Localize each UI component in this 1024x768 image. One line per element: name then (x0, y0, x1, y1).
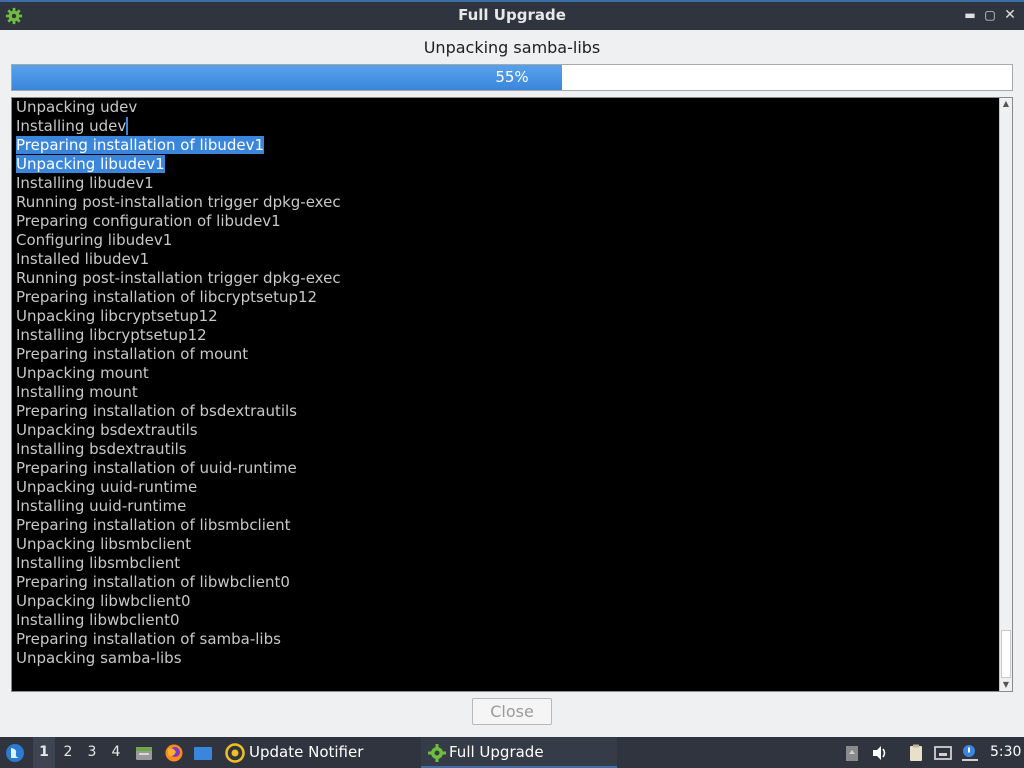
file-manager-icon[interactable] (134, 743, 154, 763)
window-title: Full Upgrade (458, 6, 566, 24)
log-scrollbar[interactable]: ▲ ▼ (999, 98, 1012, 691)
log-line-text: Installing bsdextrautils (16, 440, 187, 458)
log-line: Running post-installation trigger dpkg-e… (12, 269, 999, 288)
log-line: Unpacking libcryptsetup12 (12, 307, 999, 326)
scroll-up-arrow-icon[interactable]: ▲ (1000, 98, 1012, 110)
log-line: Unpacking libudev1 (12, 155, 999, 174)
log-line-text: Preparing installation of libudev1 (16, 136, 265, 154)
log-line: Preparing installation of libudev1 (12, 136, 999, 155)
minimize-icon[interactable]: ▬ (962, 7, 978, 23)
log-line-text: Unpacking uuid-runtime (16, 478, 198, 496)
clipboard-icon[interactable] (906, 743, 926, 763)
clock[interactable]: 5:30 (990, 737, 1021, 768)
log-line-text: Installing uuid-runtime (16, 497, 187, 515)
removable-media-icon[interactable] (842, 743, 862, 763)
close-icon[interactable]: ✕ (1002, 7, 1018, 23)
log-line-text: Installing libcryptsetup12 (16, 326, 207, 344)
log-view[interactable]: Unpacking udev Installing udev Preparing i… (11, 97, 1013, 692)
log-line: Preparing installation of libsmbclient (12, 516, 999, 535)
log-line-text: Running post-installation trigger dpkg-e… (16, 269, 341, 287)
task-label: Full Upgrade (449, 743, 544, 761)
log-line-text: Unpacking udev (16, 98, 138, 116)
log-line: Configuring libudev1 (12, 231, 999, 250)
close-button[interactable]: Close (472, 698, 552, 725)
current-action-label: Unpacking samba-libs (423, 38, 601, 57)
maximize-icon[interactable]: ▢ (982, 7, 998, 23)
log-line-text: Preparing installation of bsdextrautils (16, 402, 297, 420)
log-line-text: Preparing installation of uuid-runtime (16, 459, 297, 477)
task-full-upgrade[interactable]: Full Upgrade (421, 737, 617, 768)
log-line: Preparing installation of uuid-runtime (12, 459, 999, 478)
volume-icon[interactable] (870, 743, 890, 763)
log-line: Installing libcryptsetup12 (12, 326, 999, 345)
log-line: Preparing installation of bsdextrautils (12, 402, 999, 421)
log-line: Installing uuid-runtime (12, 497, 999, 516)
desktop-switch-2[interactable]: 2 (57, 737, 79, 768)
task-update-notifier[interactable]: Update Notifier (222, 737, 414, 768)
desktop-switch-3[interactable]: 3 (81, 737, 103, 768)
log-line-text: Unpacking libsmbclient (16, 535, 192, 553)
log-line-text: Installing udev (16, 117, 129, 135)
scroll-down-arrow-icon[interactable]: ▼ (1000, 679, 1012, 691)
log-line: Preparing installation of samba-libs (12, 630, 999, 649)
log-line: Running post-installation trigger dpkg-e… (12, 193, 999, 212)
log-line: Unpacking libwbclient0 (12, 592, 999, 611)
log-line: Unpacking mount (12, 364, 999, 383)
log-line-text: Installed libudev1 (16, 250, 150, 268)
log-line-text: Preparing installation of libcryptsetup1… (16, 288, 318, 306)
log-line-text: Configuring libudev1 (16, 231, 173, 249)
log-line: Preparing installation of libwbclient0 (12, 573, 999, 592)
log-line: Installing libudev1 (12, 174, 999, 193)
window-titlebar[interactable]: Full Upgrade ▬ ▢ ✕ (0, 0, 1024, 30)
task-label: Update Notifier (249, 743, 364, 761)
desktop-switch-4[interactable]: 4 (105, 737, 127, 768)
start-menu-icon[interactable] (5, 743, 25, 763)
log-line: Installed libudev1 (12, 250, 999, 269)
log-line-text: Running post-installation trigger dpkg-e… (16, 193, 341, 211)
firefox-icon[interactable] (164, 743, 184, 763)
log-line: Unpacking libsmbclient (12, 535, 999, 554)
log-line: Unpacking samba-libs (12, 649, 999, 668)
log-line-text: Unpacking libwbclient0 (16, 592, 191, 610)
progress-percent-label: 55% (495, 68, 529, 86)
log-line-text: Unpacking mount (16, 364, 149, 382)
log-line-text: Preparing installation of samba-libs (16, 630, 281, 648)
log-line-text: Unpacking bsdextrautils (16, 421, 198, 439)
log-line: Preparing configuration of libudev1 (12, 212, 999, 231)
log-line: Installing mount (12, 383, 999, 402)
log-text-area[interactable]: Unpacking udev Installing udev Preparing i… (12, 98, 999, 691)
log-line-text: Preparing installation of mount (16, 345, 249, 363)
log-line: Unpacking bsdextrautils (12, 421, 999, 440)
desktop-switch-1[interactable]: 1 (33, 737, 55, 768)
log-line: Preparing installation of libcryptsetup1… (12, 288, 999, 307)
log-line: Preparing installation of mount (12, 345, 999, 364)
upgrade-progress-bar: 55% (11, 64, 1013, 91)
update-notifier-icon (225, 743, 245, 763)
log-line-text: Unpacking libudev1 (16, 155, 165, 173)
network-icon[interactable] (933, 743, 953, 763)
log-line: Installing libsmbclient (12, 554, 999, 573)
log-line-text: Unpacking libcryptsetup12 (16, 307, 218, 325)
log-line-text: Preparing configuration of libudev1 (16, 212, 281, 230)
desktop-icon[interactable] (193, 743, 213, 763)
log-line-text: Preparing installation of libsmbclient (16, 516, 291, 534)
log-line: Unpacking udev (12, 98, 999, 117)
log-line-text: Installing libsmbclient (16, 554, 181, 572)
taskbar: 1 2 3 4 Update Notifier Full Upgrade 5:3… (0, 737, 1024, 768)
notification-icon[interactable] (960, 743, 980, 763)
log-line-text: Preparing installation of libwbclient0 (16, 573, 290, 591)
log-line-text: Unpacking samba-libs (16, 649, 182, 667)
gear-icon (428, 744, 446, 762)
log-line: Installing udev (12, 117, 999, 136)
log-line: Installing bsdextrautils (12, 440, 999, 459)
log-line: Installing libwbclient0 (12, 611, 999, 630)
log-line: Unpacking uuid-runtime (12, 478, 999, 497)
log-line-text: Installing mount (16, 383, 138, 401)
log-line-text: Installing libudev1 (16, 174, 154, 192)
scrollbar-thumb[interactable] (1001, 630, 1011, 678)
log-line-text: Installing libwbclient0 (16, 611, 180, 629)
